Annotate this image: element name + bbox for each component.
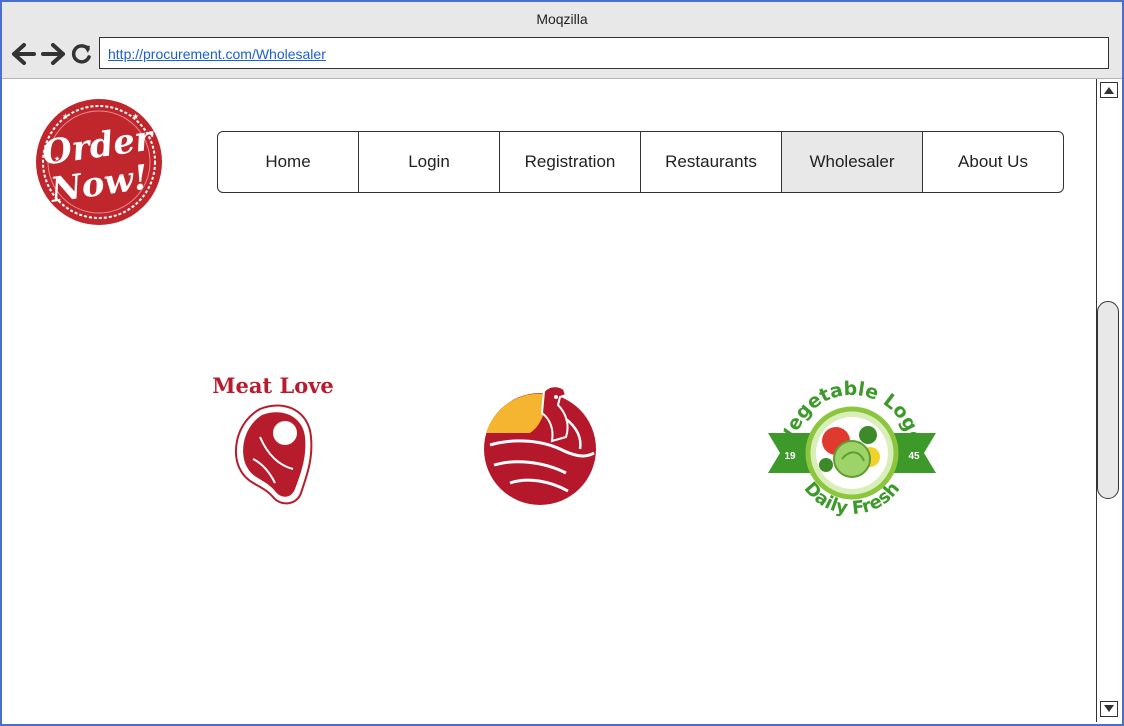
meat-love-title: Meat Love <box>212 373 334 398</box>
forward-arrow-icon[interactable] <box>40 40 66 68</box>
page-content: Order Now! ★ ★ ★ Home Login Registration… <box>2 79 1096 724</box>
svg-text:★: ★ <box>54 155 60 163</box>
meat-love-logo[interactable]: Meat Love <box>205 367 341 509</box>
svg-text:★: ★ <box>62 112 69 121</box>
back-arrow-icon[interactable] <box>11 40 37 68</box>
nav-login[interactable]: Login <box>359 132 500 192</box>
nav-restaurants[interactable]: Restaurants <box>641 132 782 192</box>
main-nav: Home Login Registration Restaurants Whol… <box>217 131 1064 193</box>
nav-registration[interactable]: Registration <box>500 132 641 192</box>
browser-toolbar: Moqzilla http://procurement.com/Wholesal… <box>2 2 1122 79</box>
vegetable-logo[interactable]: Vegetable Logo 19 45 Daily Fresh <box>764 375 940 531</box>
scroll-up-arrow-icon[interactable] <box>1100 82 1118 98</box>
vegetable-right-number: 45 <box>908 451 920 462</box>
nav-home[interactable]: Home <box>218 132 359 192</box>
vertical-scrollbar[interactable] <box>1096 79 1121 722</box>
chicken-logo[interactable] <box>480 379 606 511</box>
window-title: Moqzilla <box>536 11 588 27</box>
address-bar[interactable]: http://procurement.com/Wholesaler <box>99 37 1109 69</box>
browser-window: Moqzilla http://procurement.com/Wholesal… <box>0 0 1124 726</box>
nav-about-us[interactable]: About Us <box>923 132 1063 192</box>
nav-wholesaler[interactable]: Wholesaler <box>782 132 923 192</box>
refresh-icon[interactable] <box>69 40 95 68</box>
vegetable-left-number: 19 <box>784 451 796 462</box>
svg-text:★: ★ <box>132 112 139 121</box>
scrollbar-thumb[interactable] <box>1097 301 1119 499</box>
scroll-down-arrow-icon[interactable] <box>1100 701 1118 717</box>
order-now-logo[interactable]: Order Now! ★ ★ ★ <box>32 99 166 229</box>
url-link[interactable]: http://procurement.com/Wholesaler <box>108 46 326 62</box>
